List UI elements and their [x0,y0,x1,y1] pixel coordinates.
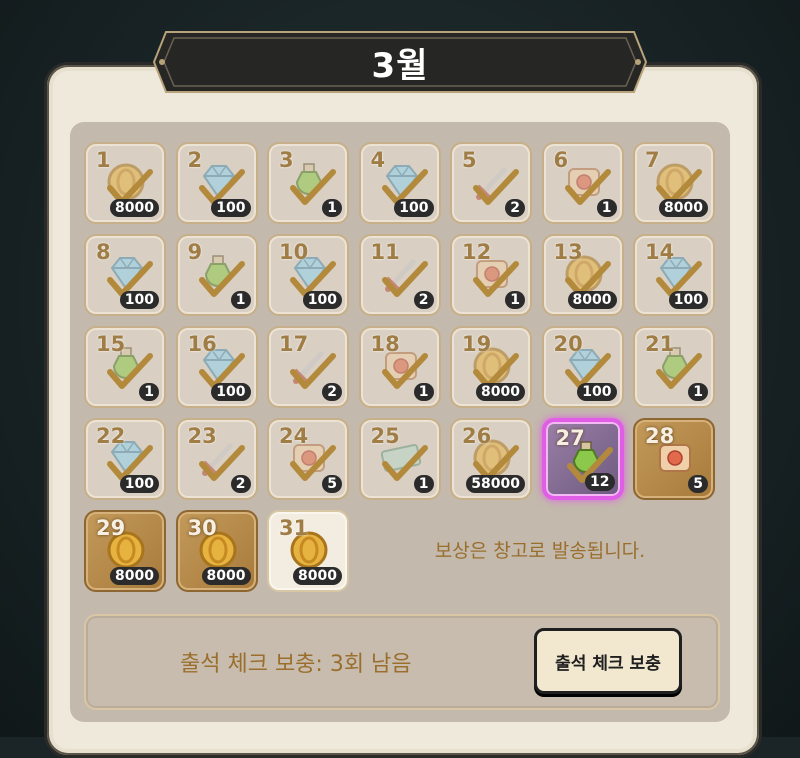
month-title: 3월 [371,45,429,86]
day-cell-11: 11 2 [358,234,441,316]
title-banner: 3월 [152,26,648,98]
reward-quantity: 100 [302,291,342,309]
day-cell-8: 8 100 [84,234,166,316]
reward-quantity: 5 [322,475,342,493]
reward-quantity: 8000 [293,567,342,585]
reward-quantity: 100 [668,291,708,309]
day-cell-18: 18 1 [358,326,441,408]
reward-quantity: 8000 [659,199,708,217]
day-cell-12: 12 1 [450,234,532,316]
reward-quantity: 8000 [201,567,251,585]
day-cell-30: 30 8000 [175,510,258,592]
reward-quantity: 100 [211,383,251,401]
reward-quantity: 1 [413,383,434,401]
reward-quantity: 8000 [567,291,617,309]
reward-quantity: 1 [322,199,342,217]
day-cell-22: 22 100 [84,418,166,500]
day-cell-29: 29 8000 [84,510,166,592]
day-cell-5: 52 [450,142,532,224]
day-cell-31: 31 8000 [267,510,349,592]
reward-quantity: 2 [413,291,434,309]
reward-quantity: 100 [119,475,159,493]
supplement-status: 출석 체크 보충: 3회 남음 [180,652,412,677]
reward-quantity: 1 [505,291,525,309]
reward-quantity: 2 [230,475,251,493]
reward-quantity: 1 [230,291,251,309]
day-cell-17: 17 2 [267,326,349,408]
reward-quantity: 8000 [110,199,159,217]
reward-quantity: 8000 [476,383,525,401]
day-cell-4: 4 100 [358,142,441,224]
day-cell-14: 14 100 [633,234,715,316]
reward-quantity: 2 [322,383,342,401]
reward-quantity: 58000 [466,475,525,493]
reward-quantity: 100 [577,383,617,401]
day-number: 29 [96,516,126,540]
reward-quantity: 100 [119,291,159,309]
supplement-button[interactable]: 출석 체크 보충 [534,628,682,694]
reward-quantity: 8000 [110,567,159,585]
day-cell-6: 61 [541,142,624,224]
day-cell-24: 24 5 [267,418,349,500]
day-number: 30 [187,516,217,540]
reward-quantity: 100 [211,199,251,217]
reward-quantity: 12 [585,473,615,491]
reward-quantity: 100 [394,199,434,217]
day-number: 31 [279,516,309,540]
day-cell-25: 25 1 [358,418,441,500]
reward-quantity: 1 [139,383,159,401]
day-cell-23: 23 2 [175,418,258,500]
day-cell-3: 31 [267,142,349,224]
day-cell-1: 1 8000 [84,142,166,224]
day-cell-7: 7 8000 [633,142,715,224]
day-cell-21: 21 1 [633,326,715,408]
day-cell-26: 26 58000 [450,418,532,500]
day-cell-27[interactable]: 27 12 [541,418,624,500]
reward-quantity: 1 [688,383,708,401]
day-number: 28 [645,424,675,448]
reward-quantity: 1 [596,199,617,217]
day-cell-15: 15 1 [84,326,166,408]
day-cell-20: 20 100 [541,326,624,408]
day-cell-16: 16 100 [175,326,258,408]
day-cell-28: 28 5 [633,418,715,500]
delivery-notice: 보상은 창고로 발송됩니다. [434,540,646,562]
day-cell-10: 10 100 [267,234,349,316]
day-cell-9: 91 [175,234,258,316]
reward-quantity: 1 [413,475,434,493]
day-cell-13: 13 8000 [541,234,624,316]
reward-quantity: 2 [505,199,525,217]
reward-quantity: 5 [688,475,708,493]
day-cell-2: 2 100 [175,142,258,224]
day-cell-19: 19 8000 [450,326,532,408]
